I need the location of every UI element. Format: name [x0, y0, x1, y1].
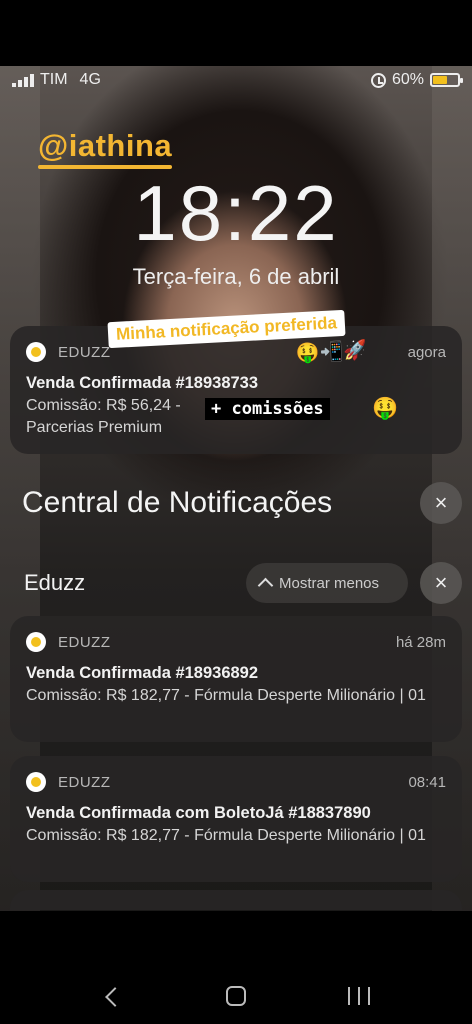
- notification-header: EDUZZ 08:41: [26, 770, 446, 794]
- clear-group-button[interactable]: ×: [420, 562, 462, 604]
- notification-card[interactable]: EDUZZ há 28m Venda Confirmada #18936892 …: [10, 616, 462, 742]
- emoji-sticker: 🤑📲🚀: [295, 340, 368, 365]
- home-icon[interactable]: [226, 986, 246, 1006]
- carrier-label: TIM: [40, 71, 68, 88]
- notification-time: agora: [407, 343, 446, 361]
- notification-time: 08:41: [408, 773, 446, 791]
- battery-fill: [433, 76, 448, 84]
- status-bar: TIM 4G 60%: [0, 66, 472, 94]
- notification-app-name: EDUZZ: [58, 773, 111, 791]
- show-less-label: Mostrar menos: [279, 574, 380, 592]
- notification-header: EDUZZ há 28m: [26, 630, 446, 654]
- show-less-button[interactable]: Mostrar menos: [246, 563, 408, 603]
- instagram-handle: @iathina: [38, 128, 172, 169]
- notification-app-name: EDUZZ: [58, 343, 111, 361]
- lockscreen-date: Terça-feira, 6 de abril: [132, 264, 340, 289]
- navigation-bar: [0, 911, 472, 1024]
- battery-percent: 60%: [391, 71, 424, 88]
- battery-icon: [430, 73, 463, 87]
- close-icon: ×: [434, 490, 448, 515]
- eduzz-app-icon: [26, 342, 46, 362]
- money-face-emoji: 🤑: [372, 397, 399, 420]
- commission-tag: + comissões: [205, 398, 330, 420]
- clear-all-button[interactable]: ×: [420, 482, 462, 524]
- pinned-notification[interactable]: EDUZZ agora Venda Confirmada #18938733 C…: [10, 326, 462, 454]
- top-black-bar: [0, 0, 472, 66]
- notification-app-name: EDUZZ: [58, 633, 111, 651]
- notification-body: Comissão: R$ 182,77 - Fórmula Desperte M…: [26, 687, 426, 704]
- notification-body: Comissão: R$ 182,77 - Fórmula Desperte M…: [26, 827, 426, 844]
- eduzz-app-icon: [26, 632, 46, 652]
- notification-center-title: Central de Notificações: [22, 486, 333, 519]
- notification-card-partial[interactable]: [10, 890, 462, 910]
- alarm-icon: [370, 72, 386, 88]
- lockscreen-clock: 18:22: [133, 169, 339, 257]
- status-left: TIM 4G: [12, 71, 101, 89]
- status-right: 60%: [370, 71, 463, 89]
- notification-time: há 28m: [395, 633, 446, 651]
- eduzz-app-icon: [26, 772, 46, 792]
- network-label: 4G: [79, 71, 101, 88]
- notification-title: Venda Confirmada #18936892: [26, 664, 259, 682]
- notification-title: Venda Confirmada #18938733: [26, 374, 259, 392]
- notification-header: EDUZZ agora: [26, 340, 446, 364]
- notification-title: Venda Confirmada com BoletoJá #18837890: [26, 804, 371, 822]
- notification-card[interactable]: EDUZZ 08:41 Venda Confirmada com BoletoJ…: [10, 756, 462, 882]
- chevron-up-icon: [257, 577, 274, 594]
- close-icon: ×: [434, 570, 448, 595]
- signal-icon: [12, 73, 34, 87]
- recent-apps-icon[interactable]: [348, 987, 370, 1005]
- group-name: Eduzz: [24, 570, 86, 595]
